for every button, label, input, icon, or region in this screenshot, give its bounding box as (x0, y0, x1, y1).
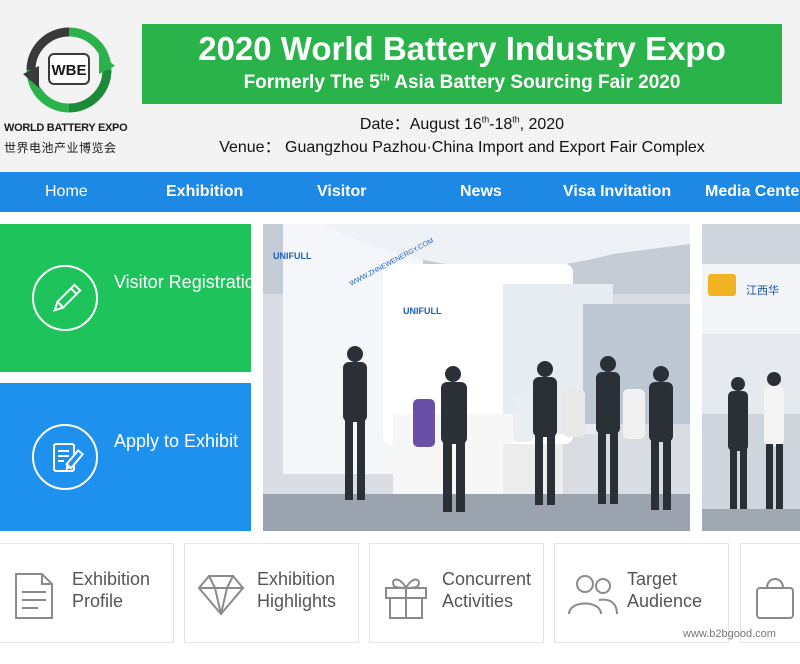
logo-badge-text: WBE (52, 62, 87, 79)
diamond-icon (197, 575, 245, 616)
booth-top-brand-text: UNIFULL (273, 251, 312, 261)
apply-to-exhibit-label: Apply to Exhibit (114, 431, 239, 451)
expo-venue: Venue： Guangzhou Pazhou·China Import and… (219, 139, 705, 156)
exhibition-profile-box[interactable]: Exhibition Profile (0, 543, 174, 643)
box-label: Concurrent Activities (442, 569, 532, 611)
side-sign-text: 江西华 (746, 283, 779, 297)
logo-recycle-icon: WBE (23, 27, 115, 113)
visitor-registration-card[interactable]: Visitor Registration (0, 224, 251, 372)
expo-subtitle: Formerly The 5th Asia Battery Sourcing F… (243, 72, 681, 93)
gift-icon (385, 578, 427, 619)
nav-visa-invitation[interactable]: Visa Invitation (563, 172, 671, 212)
nav-news[interactable]: News (460, 172, 502, 212)
exhibition-highlights-box[interactable]: Exhibition Highlights (184, 543, 359, 643)
box-label: Exhibition Highlights (257, 569, 337, 611)
site-header: WBE WORLD BATTERY EXPO 世界电池产业博览会 2020 Wo… (0, 0, 800, 172)
watermark: www.b2bgood.com (683, 628, 776, 640)
site-logo[interactable]: WBE WORLD BATTERY EXPO 世界电池产业博览会 (4, 22, 136, 158)
nav-media-center[interactable]: Media Center (705, 172, 800, 212)
visitor-registration-label: Visitor Registration (114, 272, 251, 292)
form-edit-icon (32, 424, 98, 490)
users-icon (568, 575, 618, 615)
box-label: Exhibition Profile (72, 569, 151, 611)
booth-brand-text: UNIFULL (403, 306, 442, 316)
shopping-bag-icon (756, 578, 794, 619)
nav-home[interactable]: Home (45, 172, 88, 212)
expo-title: 2020 World Battery Industry Expo (198, 30, 726, 67)
expo-banner: 2020 World Battery Industry Expo Formerl… (142, 24, 782, 158)
concurrent-activities-box[interactable]: Concurrent Activities (369, 543, 544, 643)
page: WBE WORLD BATTERY EXPO 世界电池产业博览会 2020 Wo… (0, 0, 800, 664)
nav-exhibition[interactable]: Exhibition (166, 172, 243, 212)
pencil-icon (32, 265, 98, 331)
expo-hall-side-photo[interactable]: 江西华 (702, 224, 800, 531)
logo-chinese-name: 世界电池产业博览会 (4, 141, 117, 155)
box-label: Target Audience (627, 569, 703, 611)
main-nav: Home Exhibition Visitor News Visa Invita… (0, 172, 800, 212)
apply-to-exhibit-card[interactable]: Apply to Exhibit (0, 383, 251, 531)
document-icon (15, 573, 53, 619)
nav-visitor[interactable]: Visitor (317, 172, 367, 212)
logo-english-name: WORLD BATTERY EXPO (4, 122, 128, 134)
expo-booth-photo[interactable]: UNIFULL UNIFULL WWW.ZHNEWENERGY.COM (263, 224, 690, 531)
expo-date: Date：August 16th-18th, 2020 (359, 114, 565, 133)
